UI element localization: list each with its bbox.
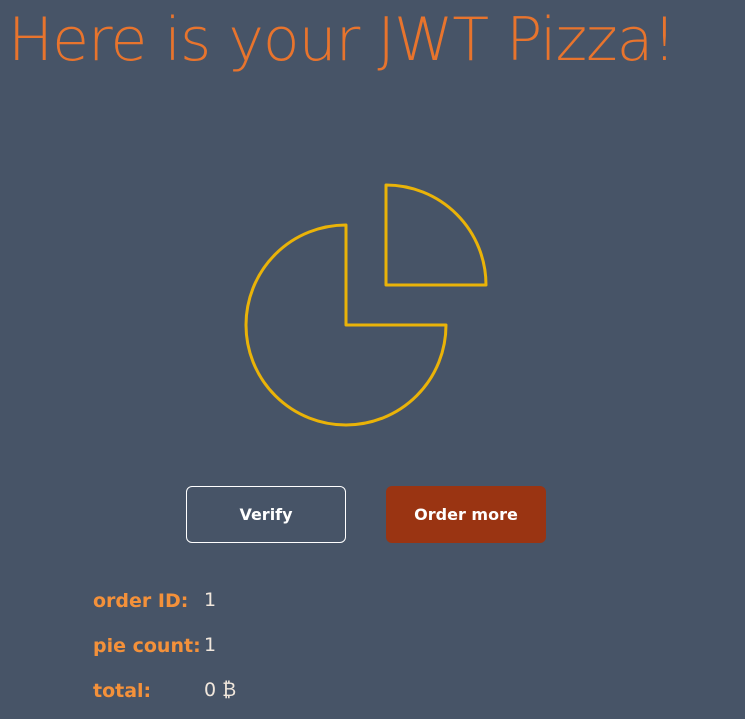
pie-count-row: pie count: (93, 631, 201, 661)
pizza-slice-icon (244, 183, 488, 427)
order-id-value: 1 (204, 589, 217, 611)
total-row: total: (93, 676, 151, 706)
total-value: 0 ₿ (204, 679, 237, 701)
page-title: Here is your JWT Pizza! (8, 5, 676, 75)
verify-button[interactable]: Verify (186, 486, 346, 543)
total-label: total: (93, 680, 152, 702)
order-id-label: order ID: (93, 590, 189, 612)
pie-count-label: pie count: (93, 635, 201, 657)
pie-count-value: 1 (204, 634, 217, 656)
order-id-row: order ID: (93, 586, 188, 616)
order-more-button[interactable]: Order more (386, 486, 546, 543)
